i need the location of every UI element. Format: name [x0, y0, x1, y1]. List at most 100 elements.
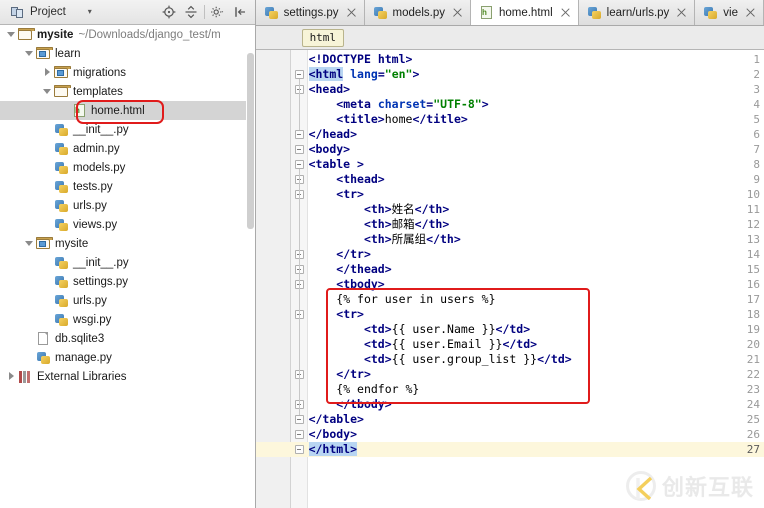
tree-item-label: mysite	[37, 29, 73, 41]
line-number: 9	[732, 172, 760, 187]
folder-icon	[54, 85, 69, 99]
tree-item[interactable]: admin.py	[0, 139, 255, 158]
project-icon	[10, 5, 25, 20]
editor-tab-bar[interactable]: settings.pymodels.pyhhome.htmllearn/urls…	[256, 0, 764, 26]
tree-item[interactable]: urls.py	[0, 196, 255, 215]
tree-item-selected[interactable]: h home.html	[0, 101, 255, 120]
close-icon[interactable]	[346, 7, 357, 18]
expand-arrow-icon[interactable]	[24, 238, 35, 249]
fold-toggle-icon[interactable]	[295, 445, 304, 454]
tree-item[interactable]: settings.py	[0, 272, 255, 291]
code-line: <title>home</title>	[309, 112, 468, 127]
breadcrumb-bar: html	[256, 26, 764, 50]
code-line: <th>所属组</th>	[309, 232, 461, 247]
code-line: <!DOCTYPE html>	[309, 52, 413, 67]
tree-item[interactable]: __init__.py	[0, 120, 255, 139]
tree-item-label: __init__.py	[73, 124, 129, 136]
expand-arrow-icon[interactable]	[42, 86, 53, 97]
libraries-icon	[18, 370, 33, 384]
tree-item[interactable]: learn	[0, 44, 255, 63]
watermark-text: 创新互联	[662, 470, 754, 502]
code-editor[interactable]: 1<!DOCTYPE html>2<html lang="en">3<head>…	[256, 50, 764, 508]
tree-item[interactable]: templates	[0, 82, 255, 101]
tree-item[interactable]: __init__.py	[0, 253, 255, 272]
editor-tab[interactable]: models.py	[365, 0, 471, 25]
code-line: {% endfor %}	[309, 382, 420, 397]
locate-target-icon[interactable]	[158, 2, 180, 22]
tree-item[interactable]: wsgi.py	[0, 310, 255, 329]
fold-guide-line	[299, 199, 300, 250]
generic-file-icon	[36, 332, 51, 346]
fold-toggle-icon[interactable]	[295, 160, 304, 169]
collapse-arrow-icon[interactable]	[6, 371, 17, 382]
tree-item[interactable]: urls.py	[0, 291, 255, 310]
code-line: <thead>	[309, 172, 385, 187]
collapse-arrow-icon[interactable]	[42, 67, 53, 78]
line-number: 22	[732, 367, 760, 382]
tree-item-label: learn	[55, 48, 81, 60]
tree-item-label: tests.py	[73, 181, 113, 193]
python-file-icon	[703, 6, 718, 20]
tree-item[interactable]: migrations	[0, 63, 255, 82]
close-icon[interactable]	[676, 7, 687, 18]
fold-toggle-icon[interactable]	[295, 70, 304, 79]
python-file-icon	[54, 256, 69, 270]
arrow-placeholder	[24, 333, 35, 344]
tree-item[interactable]: mysite ~/Downloads/django_test/m	[0, 25, 255, 44]
editor-tab[interactable]: settings.py	[256, 0, 365, 25]
sidebar-scrollbar-track[interactable]	[246, 25, 255, 508]
arrow-placeholder	[42, 143, 53, 154]
fold-toggle-icon[interactable]	[295, 145, 304, 154]
code-line: {% for user in users %}	[309, 292, 496, 307]
tree-item[interactable]: db.sqlite3	[0, 329, 255, 348]
python-file-icon	[36, 351, 51, 365]
fold-guide-line	[299, 319, 300, 370]
tree-item[interactable]: views.py	[0, 215, 255, 234]
tree-item-path: ~/Downloads/django_test/m	[78, 29, 220, 41]
tree-item[interactable]: tests.py	[0, 177, 255, 196]
tree-item[interactable]: models.py	[0, 158, 255, 177]
expand-arrow-icon[interactable]	[24, 48, 35, 59]
tree-item[interactable]: mysite	[0, 234, 255, 253]
arrow-placeholder	[42, 295, 53, 306]
line-number: 27	[732, 442, 760, 457]
tree-item-label: db.sqlite3	[55, 333, 104, 345]
sidebar-scrollbar-thumb[interactable]	[247, 53, 254, 229]
editor-tab[interactable]: learn/urls.py	[579, 0, 696, 25]
line-number: 10	[732, 187, 760, 202]
fold-toggle-icon[interactable]	[295, 415, 304, 424]
python-file-icon	[54, 142, 69, 156]
html-file-icon: h	[72, 104, 87, 118]
fold-toggle-icon[interactable]	[295, 130, 304, 139]
chevron-down-icon[interactable]: ▾	[88, 8, 92, 16]
python-file-icon	[54, 180, 69, 194]
editor-tab[interactable]: vie	[695, 0, 764, 25]
tree-item[interactable]: External Libraries	[0, 367, 255, 386]
line-number: 8	[732, 157, 760, 172]
line-number: 16	[732, 277, 760, 292]
line-number: 18	[732, 307, 760, 322]
python-file-icon	[264, 6, 279, 20]
hide-panel-icon[interactable]	[229, 2, 251, 22]
arrow-placeholder	[42, 200, 53, 211]
expand-arrow-icon[interactable]	[6, 29, 17, 40]
line-number: 1	[732, 52, 760, 67]
fold-toggle-icon[interactable]	[295, 430, 304, 439]
tree-item-label: models.py	[73, 162, 125, 174]
line-number: 4	[732, 97, 760, 112]
arrow-placeholder	[42, 219, 53, 230]
arrow-placeholder	[60, 105, 71, 116]
settings-gear-icon[interactable]	[207, 2, 229, 22]
tree-item-label: home.html	[91, 105, 145, 117]
line-number: 20	[732, 337, 760, 352]
breadcrumb-html[interactable]: html	[302, 29, 345, 47]
close-icon[interactable]	[560, 7, 571, 18]
line-number: 2	[732, 67, 760, 82]
collapse-all-icon[interactable]	[180, 2, 202, 22]
close-icon[interactable]	[452, 7, 463, 18]
code-line: <tbody>	[309, 277, 385, 292]
editor-tab-active[interactable]: hhome.html	[471, 0, 579, 25]
close-icon[interactable]	[745, 7, 756, 18]
tree-item[interactable]: manage.py	[0, 348, 255, 367]
project-file-tree[interactable]: mysite ~/Downloads/django_test/mlearn migr…	[0, 25, 255, 508]
